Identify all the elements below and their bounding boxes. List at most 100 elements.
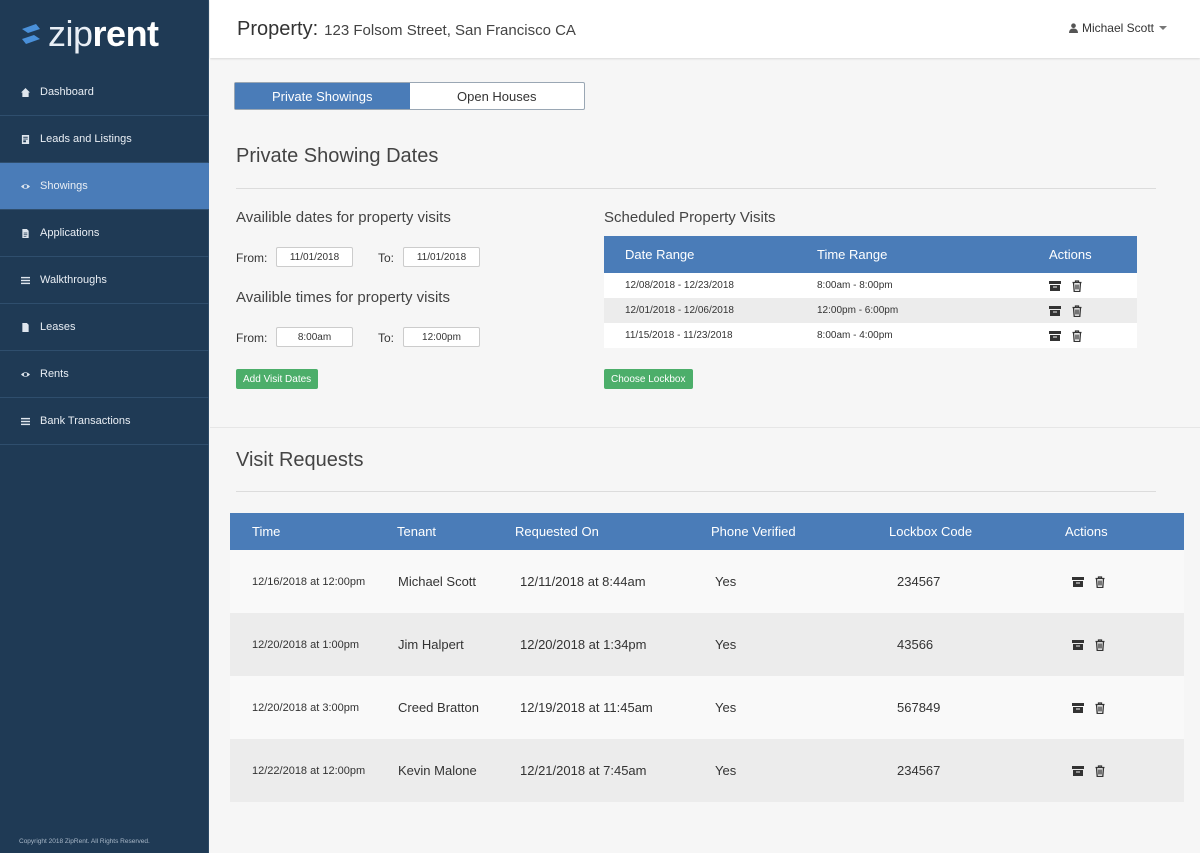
column-header: Actions <box>1065 524 1108 539</box>
sidebar-item-walkthroughs[interactable]: Walkthroughs <box>0 257 209 304</box>
time-cell: 12/20/2018 at 3:00pm <box>252 701 360 714</box>
sidebar-item-dashboard[interactable]: Dashboard <box>0 69 209 116</box>
time-range-cell: 12:00pm - 6:00pm <box>817 305 899 316</box>
eye-icon <box>19 368 31 380</box>
tenant-cell: Michael Scott <box>398 574 477 589</box>
tab-private-showings[interactable]: Private Showings <box>235 83 410 109</box>
column-header: Lockbox Code <box>889 524 973 539</box>
phone-verified-cell: Yes <box>715 763 737 778</box>
sidebar-item-label: Rents <box>40 368 69 380</box>
actions-cell <box>1050 701 1116 714</box>
choose-lockbox-button[interactable]: Choose Lockbox <box>604 369 693 389</box>
phone-verified-cell: Yes <box>715 700 737 715</box>
tenant-cell: Jim Halpert <box>398 637 464 652</box>
actions-cell <box>1050 764 1116 777</box>
column-header: Requested On <box>515 524 599 539</box>
sidebar-item-applications[interactable]: Applications <box>0 210 209 257</box>
add-visit-dates-button[interactable]: Add Visit Dates <box>236 369 319 389</box>
column-header: Actions <box>1049 247 1092 262</box>
phone-verified-cell: Yes <box>715 574 737 589</box>
table-row: 12/01/2018 - 12/06/2018 12:00pm - 6:00pm <box>604 298 1137 323</box>
ziprent-logo[interactable]: ziprent <box>18 10 159 58</box>
actions-cell <box>1050 575 1116 588</box>
date-to-input[interactable] <box>403 247 480 267</box>
requested-on-cell: 12/11/2018 at 8:44am <box>520 574 646 589</box>
archive-icon[interactable] <box>1072 639 1084 651</box>
document-icon <box>19 227 31 239</box>
archive-icon[interactable] <box>1072 576 1084 588</box>
lockbox-code-cell: 567849 <box>897 700 941 715</box>
sidebar-item-label: Walkthroughs <box>40 274 107 286</box>
date-range-cell: 12/08/2018 - 12/23/2018 <box>625 280 734 291</box>
trash-icon[interactable] <box>1071 329 1083 342</box>
actions-cell <box>1028 304 1093 317</box>
copyright-text: Copyright 2018 ZipRent. All Rights Reser… <box>19 838 150 845</box>
sidebar-item-leads-and-listings[interactable]: Leads and Listings <box>0 116 209 163</box>
archive-icon[interactable] <box>1049 330 1061 342</box>
time-cell: 12/22/2018 at 12:00pm <box>252 764 366 777</box>
trash-icon[interactable] <box>1094 638 1106 651</box>
trash-icon[interactable] <box>1071 279 1083 292</box>
time-to-input[interactable] <box>403 327 480 347</box>
sidebar-item-rents[interactable]: Rents <box>0 351 209 398</box>
column-header: Time Range <box>817 247 888 262</box>
sidebar-item-leases[interactable]: Leases <box>0 304 209 351</box>
trash-icon[interactable] <box>1094 764 1106 777</box>
time-from-input[interactable] <box>276 327 353 347</box>
property-label: Property: <box>237 18 319 40</box>
tab-open-houses[interactable]: Open Houses <box>410 83 585 109</box>
date-to-label: To: <box>378 251 395 265</box>
table-row: 12/20/2018 at 1:00pm Jim Halpert 12/20/2… <box>230 613 1184 676</box>
actions-cell <box>1028 329 1093 342</box>
tenant-cell: Kevin Malone <box>398 763 477 778</box>
time-cell: 12/16/2018 at 12:00pm <box>252 575 366 588</box>
requested-on-cell: 12/20/2018 at 1:34pm <box>520 637 647 652</box>
tenant-cell: Creed Bratton <box>398 700 479 715</box>
sidebar: ziprent Dashboard Leads and Listings Sho… <box>0 0 209 853</box>
date-from-input[interactable] <box>276 247 353 267</box>
requested-on-cell: 12/19/2018 at 11:45am <box>520 700 653 715</box>
scheduled-visits-title: Scheduled Property Visits <box>604 209 776 226</box>
phone-verified-cell: Yes <box>715 637 737 652</box>
section-divider <box>236 491 1156 492</box>
archive-icon[interactable] <box>1072 765 1084 777</box>
archive-icon[interactable] <box>1049 280 1061 292</box>
trash-icon[interactable] <box>1094 575 1106 588</box>
sidebar-item-label: Applications <box>40 227 100 239</box>
table-row: 12/22/2018 at 12:00pm Kevin Malone 12/21… <box>230 739 1184 802</box>
archive-icon[interactable] <box>1049 305 1061 317</box>
sidebar-item-label: Showings <box>40 180 88 192</box>
section-divider <box>236 188 1156 189</box>
logo-text: ziprent <box>48 13 159 54</box>
visit-requests-table: Time Tenant Requested On Phone Verified … <box>230 513 1184 802</box>
requested-on-cell: 12/21/2018 at 7:45am <box>520 763 647 778</box>
table-header: Time Tenant Requested On Phone Verified … <box>230 513 1184 550</box>
user-name: Michael Scott <box>1081 21 1154 35</box>
list-icon <box>19 415 31 427</box>
trash-icon[interactable] <box>1094 701 1106 714</box>
column-header: Tenant <box>397 524 437 539</box>
sidebar-item-bank-transactions[interactable]: Bank Transactions <box>0 398 209 445</box>
user-menu[interactable]: Michael Scott <box>1068 21 1167 35</box>
time-cell: 12/20/2018 at 1:00pm <box>252 638 360 651</box>
archive-icon[interactable] <box>1072 702 1084 714</box>
sidebar-item-label: Dashboard <box>40 86 94 98</box>
time-range-cell: 8:00am - 8:00pm <box>817 280 893 291</box>
dates-title: Availible dates for property visits <box>236 209 451 226</box>
sidebar-item-showings[interactable]: Showings <box>0 163 209 210</box>
list-icon <box>19 274 31 286</box>
table-row: 12/20/2018 at 3:00pm Creed Bratton 12/19… <box>230 676 1184 739</box>
home-icon <box>19 86 31 98</box>
table-row: 12/16/2018 at 12:00pm Michael Scott 12/1… <box>230 550 1184 613</box>
lockbox-code-cell: 43566 <box>897 637 934 652</box>
trash-icon[interactable] <box>1071 304 1083 317</box>
actions-cell <box>1028 279 1093 292</box>
table-row: 12/08/2018 - 12/23/2018 8:00am - 8:00pm <box>604 273 1137 298</box>
sidebar-item-label: Leads and Listings <box>40 133 132 145</box>
sidebar-item-label: Leases <box>40 321 76 333</box>
top-header: Property: 123 Folsom Street, San Francisc… <box>210 0 1200 58</box>
section-separator <box>210 427 1200 428</box>
chevron-down-icon <box>1159 26 1167 30</box>
column-header: Date Range <box>625 247 695 262</box>
listing-icon <box>19 133 31 145</box>
